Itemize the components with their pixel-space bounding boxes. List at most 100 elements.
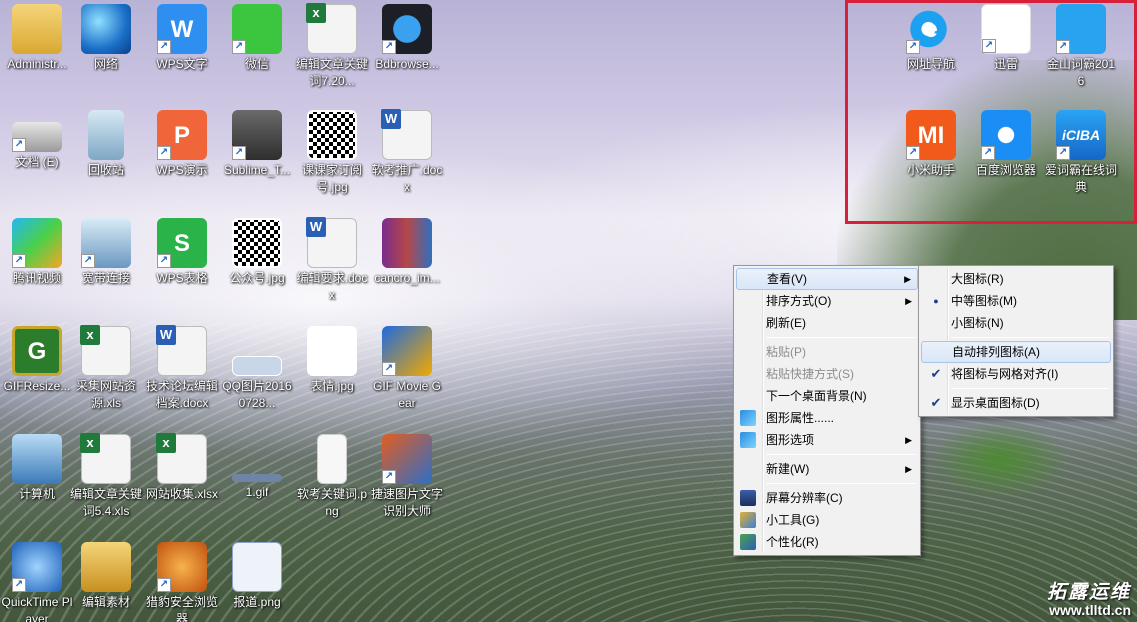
rar-icon [382, 218, 432, 268]
menu-item-8[interactable]: 图形选项 ▶ [736, 429, 918, 451]
desktop-icon-label: QQ图片20160728... [222, 379, 292, 410]
menu-item-2[interactable]: 刷新(E) [736, 312, 918, 334]
menu-item-2[interactable]: 小图标(N) [921, 312, 1111, 334]
submenu-arrow-icon: ▶ [905, 464, 912, 474]
qr-icon [232, 218, 282, 268]
desktop-icon-13[interactable]: ↗ 宽带连接 [68, 218, 144, 287]
shortcut-arrow-icon: ↗ [157, 578, 171, 592]
menu-item-label: 下一个桌面背景(N) [766, 389, 867, 403]
excel-icon: x [306, 3, 357, 54]
desktop-icon-label: 小米助手 [906, 163, 955, 177]
menu-item-4[interactable]: 自动排列图标(A) [921, 341, 1111, 363]
menu-item-12[interactable]: 屏幕分辨率(C) [736, 487, 918, 509]
menu-item-0[interactable]: 查看(V) ▶ [736, 268, 918, 290]
desktop-icon-label: WPS表格 [156, 271, 208, 285]
shortcut-arrow-icon: ↗ [906, 146, 920, 160]
menu-item-1[interactable]: ● 中等图标(M) [921, 290, 1111, 312]
desktop-icon-32[interactable]: ↗ 猎豹安全浏览器 [144, 542, 220, 622]
menu-item-1[interactable]: 排序方式(O) ▶ [736, 290, 918, 312]
baodao-icon [232, 542, 282, 592]
menu-separator [766, 337, 916, 338]
desktop-icon-29[interactable]: ↗ 捷速图片文字识别大师 [369, 434, 445, 520]
menu-item-14[interactable]: 个性化(R) [736, 531, 918, 553]
desktop-icon-label: 编辑文章关键词7.20... [295, 57, 368, 88]
desktop-icon-9[interactable]: ↗ Sublime_T... [219, 110, 295, 179]
menu-item-10[interactable]: 新建(W) ▶ [736, 458, 918, 480]
desktop-icon-label: 网址导航 [906, 57, 955, 71]
excel-icon: x [80, 433, 131, 484]
desktop-icon-label: Administr... [7, 57, 67, 71]
menu-separator [951, 388, 1109, 389]
shortcut-arrow-icon: ↗ [157, 254, 171, 268]
word-badge-icon: W [306, 217, 326, 237]
desktop-icon-label: 百度浏览器 [975, 163, 1036, 177]
shortcut-arrow-icon: ↗ [12, 254, 26, 268]
desktop-icon-12[interactable]: ↗ 腾讯视频 [0, 218, 75, 287]
desktop-icon-16[interactable]: W 编辑要求.docx [294, 217, 370, 304]
shortcut-arrow-icon: ↗ [12, 138, 26, 152]
desktop-icon-28[interactable]: 软考关键词.png [294, 434, 370, 520]
desktop-icon-11[interactable]: W 软考推广.docx [369, 109, 445, 196]
desktop-icon-18[interactable]: G GIFResize... [0, 326, 75, 395]
menu-item-7[interactable]: ✔ 显示桌面图标(D) [921, 392, 1111, 414]
desktop-icon-25[interactable]: x 编辑文章关键词5.4.xls [68, 433, 144, 520]
word-icon: W [156, 325, 207, 376]
desktop-icon-label: 表情.jpg [310, 379, 354, 393]
xunlei-icon: ↗ [981, 4, 1031, 54]
desktop-icon-8[interactable]: P ↗ WPS演示 [144, 110, 220, 179]
menu-item-label: 查看(V) [767, 272, 807, 286]
desktop-icon-24[interactable]: 计算机 [0, 434, 75, 503]
desktop-icon-33[interactable]: 报道.png [219, 542, 295, 611]
desktop-icon-22[interactable]: 表情.jpg [294, 326, 370, 395]
desktop-icon-3[interactable]: ↗ 微信 [219, 4, 295, 73]
menu-item-6[interactable]: 下一个桌面背景(N) [736, 385, 918, 407]
desktop-icon-label: 课课家订阅号.jpg [301, 163, 362, 194]
desktop-icon-6[interactable]: ↗ 文档 (E) [0, 110, 75, 171]
baidu-icon: ↗ [981, 110, 1031, 160]
desktop-icon-17[interactable]: cancro_im... [369, 218, 445, 287]
desktop-icon-0[interactable]: Administr... [0, 4, 75, 73]
desktop-icon-26[interactable]: x 网站收集.xlsx [144, 433, 220, 503]
desktop-icon-4[interactable]: x 编辑文章关键词7.20... [294, 3, 370, 90]
desktop-icon-label: 金山词霸2016 [1046, 57, 1116, 88]
desktop-icon-21[interactable]: QQ图片20160728... [219, 326, 295, 412]
menu-item-13[interactable]: 小工具(G) [736, 509, 918, 531]
desktop-icon-label: 文档 (E) [15, 155, 59, 169]
menu-item-7[interactable]: 图形属性...... [736, 407, 918, 429]
menu-item-0[interactable]: 大图标(R) [921, 268, 1111, 290]
watermark-url: www.tlltd.cn [1049, 602, 1131, 618]
desktop-icon-7[interactable]: 回收站 [68, 110, 144, 179]
highlighted-icon-1[interactable]: ↗ 迅雷 [968, 4, 1044, 73]
desktop-icon-20[interactable]: W 技术论坛编辑档案.docx [144, 325, 220, 412]
desktop-icon-31[interactable]: 编辑素材 [68, 542, 144, 611]
gadgets-icon [740, 512, 756, 528]
menu-item-label: 排序方式(O) [766, 294, 832, 308]
menu-item-5[interactable]: ✔ 将图标与网格对齐(I) [921, 363, 1111, 385]
desktop-icon-2[interactable]: W ↗ WPS文字 [144, 4, 220, 73]
desktop-icon-label: 宽带连接 [81, 271, 130, 285]
submenu-arrow-icon: ▶ [905, 296, 912, 306]
highlighted-icon-5[interactable]: iCIBA ↗ 爱词霸在线词典 [1043, 110, 1119, 196]
desktop-icon-5[interactable]: ↗ Bdbrowse... [369, 4, 445, 73]
menu-item-label: 新建(W) [766, 462, 810, 476]
desktop-icon-23[interactable]: ↗ GIF Movie Gear [369, 326, 445, 412]
desktop-icon-27[interactable]: 1.gif [219, 434, 295, 501]
desktop-icon-label: 编辑素材 [81, 595, 130, 609]
gif1-icon [232, 474, 282, 482]
highlighted-icon-3[interactable]: MI ↗ 小米助手 [893, 110, 969, 179]
desktop-icon-19[interactable]: x 采集网站资源.xls [68, 325, 144, 412]
edit-icon [81, 542, 131, 592]
drive-icon: ↗ [12, 122, 62, 152]
highlighted-icon-4[interactable]: ↗ 百度浏览器 [968, 110, 1044, 179]
menu-item-label: 将图标与网格对齐(I) [951, 367, 1059, 381]
desktop-icon-10[interactable]: 课课家订阅号.jpg [294, 110, 370, 196]
shortcut-arrow-icon: ↗ [12, 578, 26, 592]
desktop-icon-1[interactable]: 网络 [68, 4, 144, 73]
menu-item-label: 刷新(E) [766, 316, 806, 330]
desktop-icon-14[interactable]: S ↗ WPS表格 [144, 218, 220, 287]
desktop-icon-15[interactable]: 公众号.jpg [219, 218, 295, 287]
highlighted-icon-0[interactable]: e ↗ 网址导航 [893, 4, 969, 73]
desktop-icon-label: 技术论坛编辑档案.docx [145, 379, 218, 410]
desktop-icon-30[interactable]: ↗ QuickTime Player [0, 542, 75, 622]
highlighted-icon-2[interactable]: ↗ 金山词霸2016 [1043, 4, 1119, 90]
